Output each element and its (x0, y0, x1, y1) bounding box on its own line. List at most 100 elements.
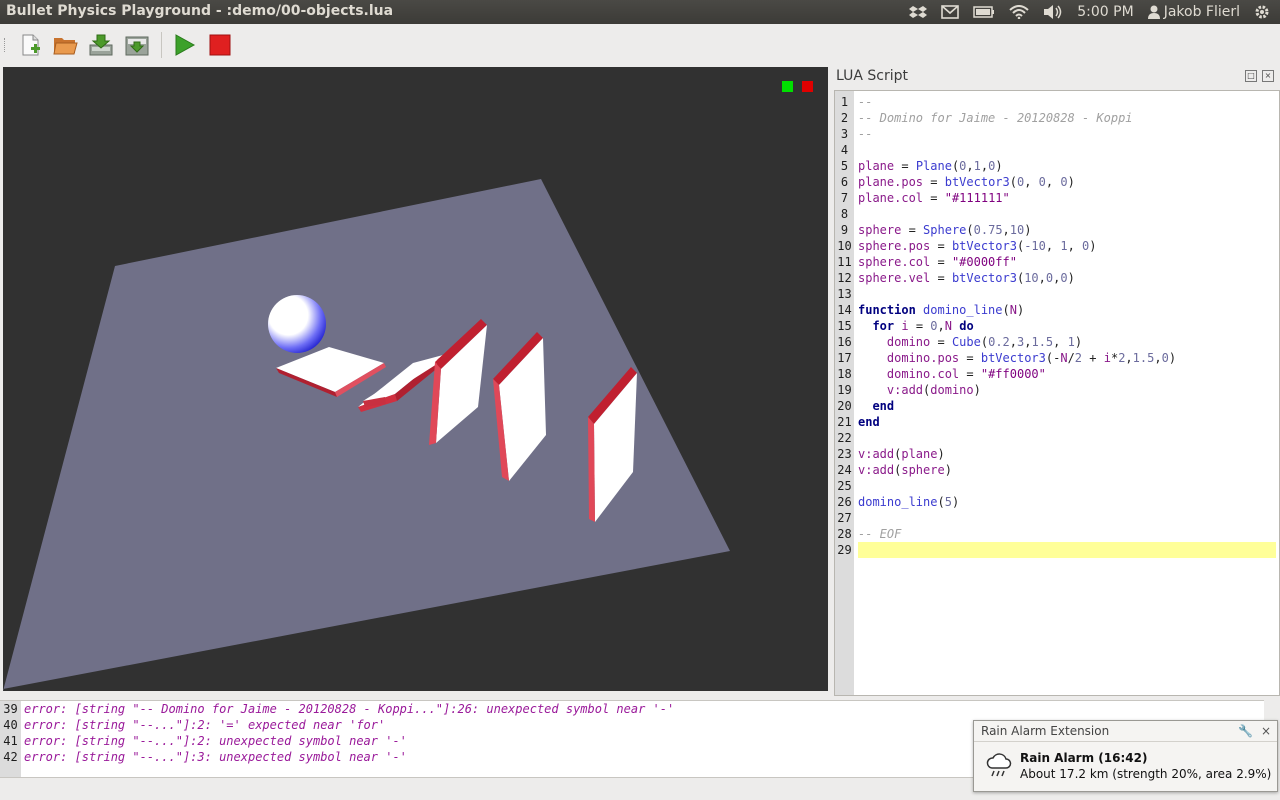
code-line[interactable]: 27 (837, 510, 1279, 526)
console-line-number: 40 (3, 718, 18, 732)
line-number: 14 (837, 303, 852, 317)
line-number: 1 (840, 95, 849, 109)
code-line[interactable]: 12 sphere.vel = btVector3(10,0,0) (837, 270, 1279, 286)
code-line[interactable]: 25 (837, 478, 1279, 494)
line-number: 4 (840, 143, 849, 157)
code-text: function domino_line(N) (858, 303, 1025, 317)
code-line[interactable]: 13 (837, 286, 1279, 302)
code-line[interactable]: 7 plane.col = "#111111" (841, 190, 1279, 206)
code-line[interactable]: 16 domino = Cube(0.2,3,1.5, 1) (837, 334, 1279, 350)
code-line[interactable]: 4 (841, 142, 1279, 158)
toolbar-separator (161, 32, 162, 58)
code-line[interactable]: 22 (837, 430, 1279, 446)
code-text: sphere.col = "#0000ff" (858, 255, 1017, 269)
close-icon[interactable]: × (1261, 721, 1271, 741)
code-line[interactable]: 23 v:add(plane) (837, 446, 1279, 462)
code-line[interactable]: 15 for i = 0,N do (837, 318, 1279, 334)
line-number: 13 (837, 287, 852, 301)
new-file-button[interactable] (15, 30, 45, 60)
code-line[interactable]: 5 plane = Plane(0,1,0) (841, 158, 1279, 174)
code-line[interactable]: 19 v:add(domino) (837, 382, 1279, 398)
code-line[interactable]: 17 domino.pos = btVector3(-N/2 + i*2,1.5… (837, 350, 1279, 366)
line-number: 21 (837, 415, 852, 429)
notification-title: Rain Alarm (16:42) (1020, 751, 1148, 765)
line-number: 7 (840, 191, 849, 205)
code-text: sphere = Sphere(0.75,10) (858, 223, 1032, 237)
line-number: 18 (837, 367, 852, 381)
code-text: end (858, 415, 880, 429)
code-text: plane = Plane(0,1,0) (858, 159, 1003, 173)
line-number: 10 (837, 239, 852, 253)
battery-icon[interactable] (973, 6, 995, 18)
mail-icon[interactable] (941, 5, 960, 19)
line-number: 23 (837, 447, 852, 461)
code-text: v:add(domino) (886, 383, 981, 397)
code-text: domino_line(5) (858, 495, 960, 509)
code-line[interactable]: 28 -- EOF (837, 526, 1279, 542)
console-line-number: 41 (3, 734, 18, 748)
console-line: 41 error: [string "--..."]:2: unexpected … (0, 733, 407, 749)
open-folder-icon (53, 38, 78, 55)
run-icon (175, 34, 196, 56)
code-text: plane.pos = btVector3(0, 0, 0) (858, 175, 1075, 189)
status-indicator-red (802, 81, 813, 92)
code-line[interactable]: 9 sphere = Sphere(0.75,10) (841, 222, 1279, 238)
code-text: domino.col = "#ff0000" (886, 367, 1046, 381)
code-line[interactable]: 20 end (837, 398, 1279, 414)
line-number: 25 (837, 479, 852, 493)
wifi-icon[interactable] (1009, 5, 1029, 19)
code-line[interactable]: 11 sphere.col = "#0000ff" (837, 254, 1279, 270)
stop-button[interactable] (205, 30, 235, 60)
line-number: 26 (837, 495, 852, 509)
line-number: 22 (837, 431, 852, 445)
code-line[interactable]: 26 domino_line(5) (837, 494, 1279, 510)
run-button[interactable] (169, 30, 199, 60)
close-panel-button[interactable]: × (1262, 70, 1274, 82)
console-message: error: [string "--..."]:3: unexpected sy… (24, 750, 407, 764)
code-line[interactable]: 8 (841, 206, 1279, 222)
toolbar-grip[interactable] (4, 38, 8, 52)
code-line[interactable]: 21 end (837, 414, 1279, 430)
code-line[interactable]: 24 v:add(sphere) (837, 462, 1279, 478)
physics-viewport[interactable] (3, 67, 828, 691)
wrench-icon[interactable]: 🔧 (1238, 721, 1253, 741)
system-tray: 5:00 PM Jakob Flierl (909, 0, 1270, 24)
clock[interactable]: 5:00 PM (1077, 4, 1133, 20)
code-line[interactable]: 1 -- (841, 94, 1279, 110)
code-text: plane.col = "#111111" (858, 191, 1010, 205)
console-line-number: 42 (3, 750, 18, 764)
user-menu[interactable]: Jakob Flierl (1147, 4, 1240, 20)
rain-alarm-notification[interactable]: Rain Alarm Extension 🔧 × Rain Alarm (16:… (973, 720, 1278, 792)
line-number: 12 (837, 271, 852, 285)
code-text: end (872, 399, 895, 413)
code-area[interactable]: 1 -- 2 -- Domino for Jaime - 20120828 - Kop… (837, 94, 1279, 558)
float-panel-button[interactable]: □ (1245, 70, 1257, 82)
line-number: 9 (840, 223, 849, 237)
open-button[interactable] (50, 30, 80, 60)
line-number: 16 (837, 335, 852, 349)
save-as-icon (125, 36, 149, 56)
code-line[interactable]: 10 sphere.pos = btVector3(-10, 1, 0) (837, 238, 1279, 254)
line-number: 24 (837, 463, 852, 477)
line-number: 17 (837, 351, 852, 365)
code-line[interactable]: 6 plane.pos = btVector3(0, 0, 0) (841, 174, 1279, 190)
code-line[interactable]: 3 -- (841, 126, 1279, 142)
dropbox-icon[interactable] (909, 4, 928, 20)
power-gear-icon[interactable] (1254, 4, 1270, 20)
code-line[interactable]: 18 domino.col = "#ff0000" (837, 366, 1279, 382)
code-line[interactable]: 29 (837, 542, 1279, 558)
volume-icon[interactable] (1043, 4, 1063, 20)
user-icon (1147, 5, 1160, 19)
line-number: 20 (837, 399, 852, 413)
save-button[interactable] (86, 30, 116, 60)
console-line: 39 error: [string "-- Domino for Jaime - … (0, 701, 674, 717)
lua-script-editor[interactable]: 1 -- 2 -- Domino for Jaime - 20120828 - Kop… (834, 90, 1280, 696)
save-as-button[interactable] (122, 30, 152, 60)
panel-controls: □ × (1245, 70, 1274, 82)
code-line[interactable]: 14 function domino_line(N) (837, 302, 1279, 318)
code-line[interactable]: 2 -- Domino for Jaime - 20120828 - Koppi (841, 110, 1279, 126)
